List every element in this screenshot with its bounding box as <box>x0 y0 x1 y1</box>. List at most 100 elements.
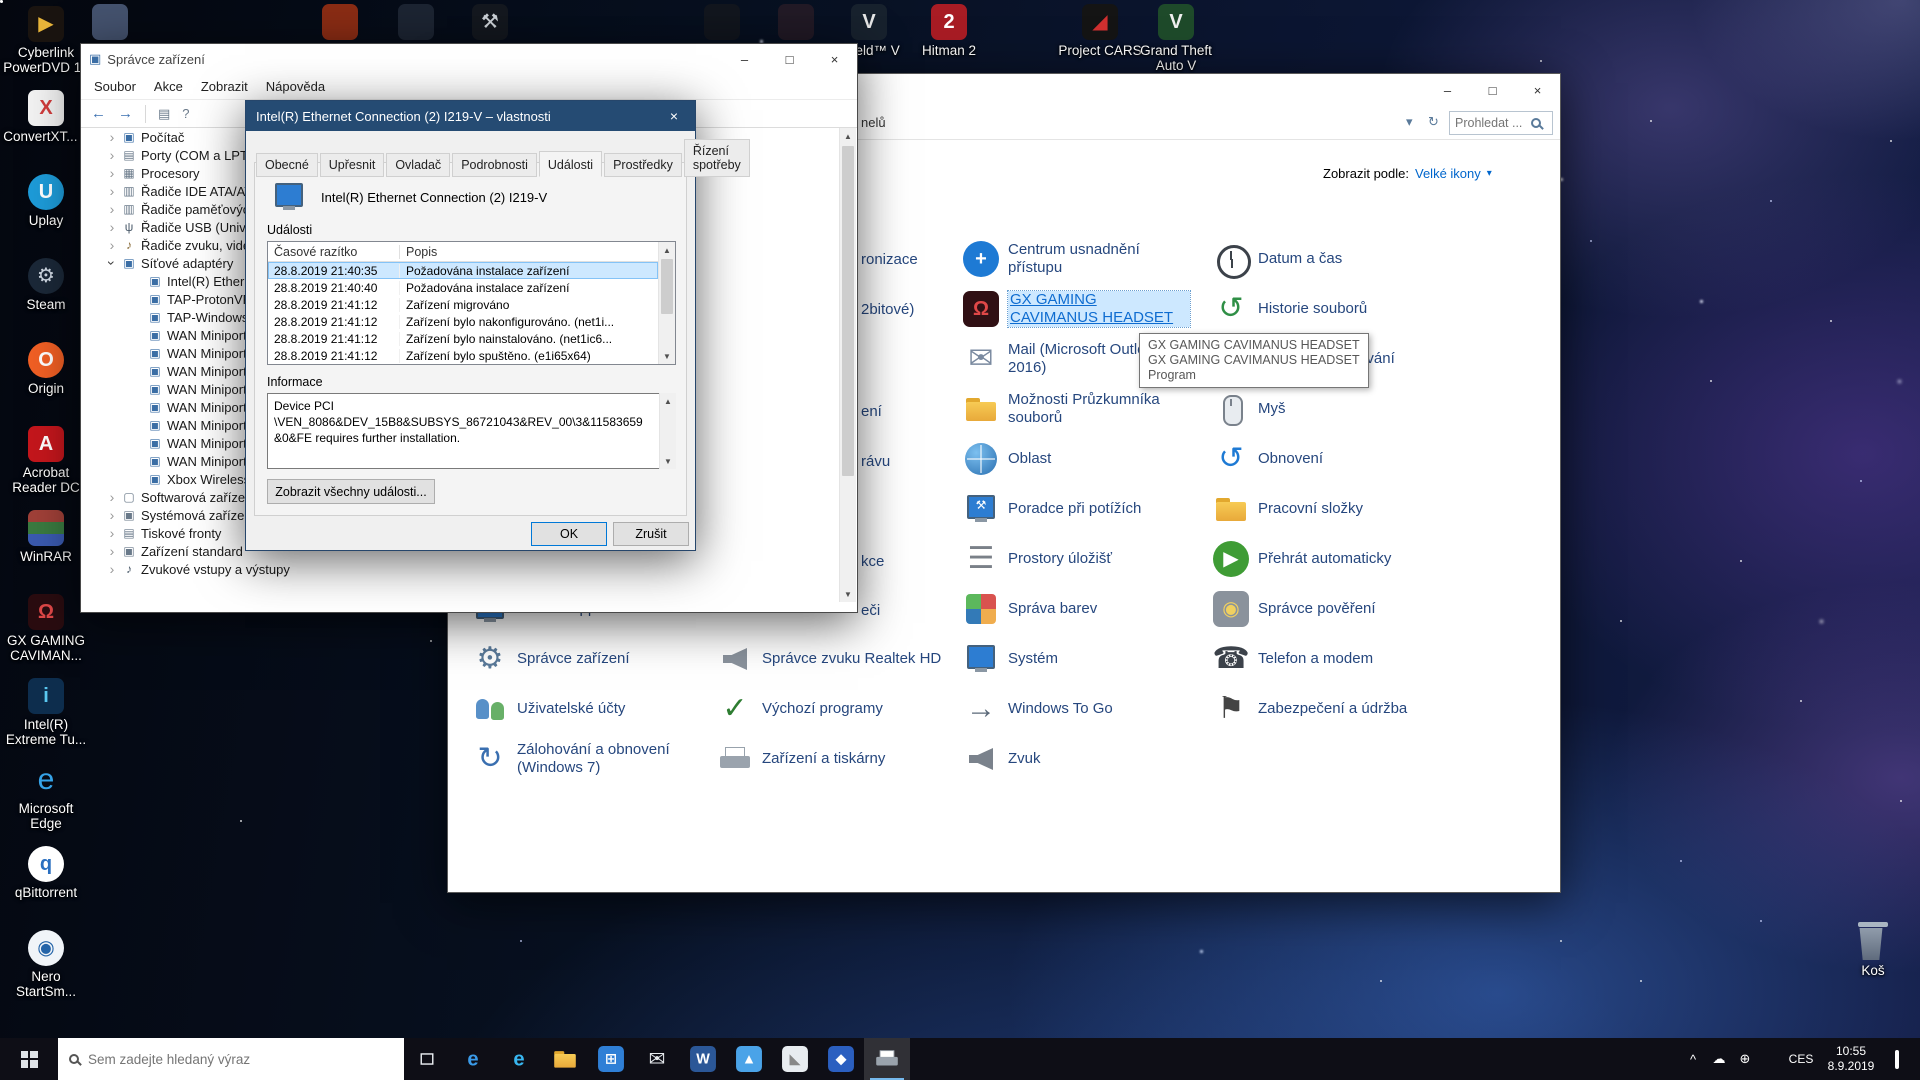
network-icon[interactable]: ⊕ <box>1732 1051 1758 1067</box>
cp-item-storage-spaces[interactable]: ☰Prostory úložišť <box>963 541 1195 577</box>
event-row[interactable]: 28.8.2019 21:40:40Požadována instalace z… <box>268 279 658 296</box>
cp-item-phone-modem[interactable]: ☎Telefon a modem <box>1213 641 1445 677</box>
cp-item-gx-gaming-headset[interactable]: ΩGX GAMING CAVIMANUS HEADSET <box>963 291 1195 327</box>
expand-icon[interactable]: › <box>104 147 120 163</box>
expand-icon[interactable]: › <box>104 201 120 217</box>
cloud-icon[interactable]: ☁ <box>1706 1051 1732 1067</box>
tree-item-audio-io[interactable]: ›♪Zvukové vstupy a výstupy <box>82 560 839 578</box>
desktop-icon[interactable]: ΩGX GAMING CAVIMAN... <box>2 594 90 663</box>
refresh-icon[interactable]: ↻ <box>1428 114 1439 130</box>
scroll-down-icon[interactable]: ▼ <box>660 453 676 469</box>
cp-item-sound[interactable]: Zvuk <box>963 741 1195 777</box>
scroll-down-icon[interactable]: ▼ <box>659 348 675 364</box>
collapse-icon[interactable]: › <box>104 255 120 271</box>
desktop-icon[interactable]: ◢Project CARS <box>1056 4 1144 58</box>
expand-icon[interactable]: › <box>104 507 120 523</box>
desktop-icon[interactable]: AAcrobat Reader DC <box>2 426 90 495</box>
cp-item-credential-manager[interactable]: ◉Správce pověření <box>1213 591 1445 627</box>
desktop-icon[interactable]: qqBittorrent <box>2 846 90 900</box>
maximize-button[interactable]: □ <box>1470 74 1515 106</box>
desktop-icon[interactable]: VGrand Theft Auto V <box>1132 4 1220 73</box>
desktop-icon[interactable]: ⚙Steam <box>2 258 90 312</box>
scrollbar-thumb[interactable] <box>661 259 673 314</box>
view-by-value[interactable]: Velké ikony <box>1415 166 1481 181</box>
desktop-icon[interactable]: UUplay <box>2 174 90 228</box>
tray-chevron-icon[interactable]: ^ <box>1680 1052 1706 1067</box>
expand-icon[interactable]: › <box>104 561 120 577</box>
event-row[interactable]: 28.8.2019 21:41:12Zařízení bylo spuštěno… <box>268 347 658 364</box>
cp-item-autoplay[interactable]: ▶Přehrát automaticky <box>1213 541 1445 577</box>
internet-explorer-icon[interactable]: e <box>450 1038 496 1080</box>
close-button[interactable]: × <box>1515 74 1560 106</box>
minimize-button[interactable]: – <box>1425 74 1470 106</box>
desktop-icon[interactable]: iIntel(R) Extreme Tu... <box>2 678 90 747</box>
dialog-tab[interactable]: Obecné <box>256 153 318 177</box>
dialog-tab[interactable]: Upřesnit <box>320 153 385 177</box>
desktop-icon[interactable]: eMicrosoft Edge <box>2 762 90 831</box>
dialog-tab[interactable]: Události <box>539 151 602 177</box>
dialog-tab[interactable]: Ovladač <box>386 153 450 177</box>
scroll-down-icon[interactable]: ▼ <box>840 586 856 602</box>
cp-item-ease-of-access[interactable]: +Centrum usnadnění přístupu <box>963 241 1195 277</box>
event-row[interactable]: 28.8.2019 21:41:12Zařízení bylo nakonfig… <box>268 313 658 330</box>
tree-scrollbar[interactable]: ▲ ▼ <box>839 128 856 602</box>
dialog-tab[interactable]: Prostředky <box>604 153 682 177</box>
close-button[interactable]: × <box>812 44 857 74</box>
control-panel-search[interactable] <box>1449 111 1553 135</box>
app-icon[interactable]: ◆ <box>818 1038 864 1080</box>
show-all-events-button[interactable]: Zobrazit všechny události... <box>267 479 435 504</box>
search-input[interactable] <box>1455 116 1531 130</box>
help-icon[interactable]: ? <box>182 106 189 121</box>
dialog-tab[interactable]: Podrobnosti <box>452 153 537 177</box>
expand-icon[interactable]: › <box>104 489 120 505</box>
expand-icon[interactable]: › <box>104 525 120 541</box>
device-manager-taskbar-icon[interactable] <box>864 1038 910 1080</box>
scroll-up-icon[interactable]: ▲ <box>659 242 675 258</box>
expand-icon[interactable]: › <box>104 543 120 559</box>
expand-icon[interactable]: › <box>104 219 120 235</box>
cp-item-recovery[interactable]: ↺Obnovení <box>1213 441 1445 477</box>
desktop-icon[interactable]: XConvertXT... 7 <box>2 90 90 144</box>
clock[interactable]: 10:55 8.9.2019 <box>1818 1044 1884 1074</box>
minimize-button[interactable]: – <box>722 44 767 74</box>
event-row[interactable]: 28.8.2019 21:41:12Zařízení migrováno <box>268 296 658 313</box>
column-header-time[interactable]: Časové razítko <box>268 245 400 259</box>
info-scrollbar[interactable]: ▲ ▼ <box>659 393 676 469</box>
expand-icon[interactable]: › <box>104 183 120 199</box>
cp-item-work-folders[interactable]: Pracovní složky <box>1213 491 1445 527</box>
edge-taskbar-icon[interactable]: e <box>496 1038 542 1080</box>
cp-item-mouse[interactable]: Myš <box>1213 391 1445 427</box>
language-indicator[interactable]: CES <box>1784 1052 1818 1066</box>
file-explorer-icon[interactable] <box>542 1038 588 1080</box>
console-icon[interactable]: ▤ <box>158 106 170 122</box>
information-textbox[interactable]: Device PCI \VEN_8086&DEV_15B8&SUBSYS_867… <box>267 393 676 469</box>
menu-item-soubor[interactable]: Soubor <box>85 79 145 94</box>
desktop-icon[interactable]: WinRAR <box>2 510 90 564</box>
desktop-icon[interactable] <box>296 4 384 40</box>
close-icon[interactable]: × <box>653 101 695 131</box>
store-icon[interactable]: ⊞ <box>588 1038 634 1080</box>
menu-item-akce[interactable]: Akce <box>145 79 192 94</box>
expand-icon[interactable]: › <box>104 129 120 145</box>
cp-item-windows-to-go[interactable]: →Windows To Go <box>963 691 1195 727</box>
cp-item-system[interactable]: Systém <box>963 641 1195 677</box>
chevron-down-icon[interactable]: ▾ <box>1406 114 1413 130</box>
forward-icon[interactable]: → <box>118 105 133 122</box>
cp-item-user-accounts[interactable]: Uživatelské účty <box>472 691 704 727</box>
gallery-icon[interactable]: ◣ <box>772 1038 818 1080</box>
view-by-caret-icon[interactable]: ▾ <box>1487 168 1492 179</box>
device-manager-titlebar[interactable]: ▣ Správce zařízení – □ × <box>81 44 857 74</box>
cp-item-backup-restore[interactable]: ↻Zálohování a obnovení (Windows 7) <box>472 741 704 777</box>
events-scrollbar[interactable]: ▲ ▼ <box>658 242 675 364</box>
event-row[interactable]: 28.8.2019 21:41:12Zařízení bylo nainstal… <box>268 330 658 347</box>
scroll-up-icon[interactable]: ▲ <box>840 128 856 144</box>
recycle-bin[interactable]: Koš <box>1836 922 1910 978</box>
task-view-icon[interactable] <box>404 1038 450 1080</box>
cancel-button[interactable]: Zrušit <box>613 522 689 546</box>
mail-icon[interactable]: ✉ <box>634 1038 680 1080</box>
maximize-button[interactable]: □ <box>767 44 812 74</box>
desktop-icon[interactable] <box>66 4 154 40</box>
start-button[interactable] <box>0 1038 58 1080</box>
scrollbar-thumb[interactable] <box>842 146 854 476</box>
photos-icon[interactable]: ▲ <box>726 1038 772 1080</box>
